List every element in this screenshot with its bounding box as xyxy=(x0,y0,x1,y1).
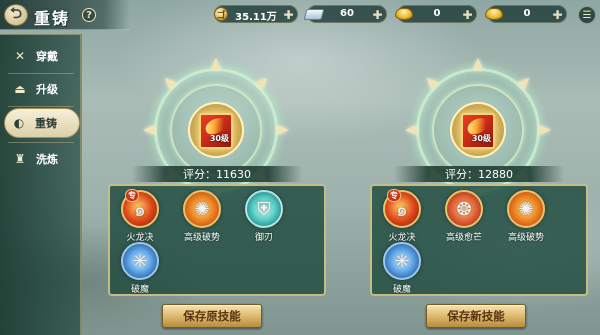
gold-ingot-icon xyxy=(485,8,503,20)
skill-item[interactable]: ✺ 高级破势 xyxy=(176,190,228,246)
sidebar-item-refine[interactable]: ♜ 洗炼 xyxy=(0,144,80,174)
level-up-icon: ⏏ xyxy=(14,82,26,96)
skill-item[interactable]: ๑ 专 火龙决 xyxy=(114,189,166,246)
skill-item[interactable]: ⛨ 御刃 xyxy=(238,190,290,246)
fire-dragon-skill-icon: ๑ 专 xyxy=(121,189,159,228)
break-momentum-skill-icon: ✺ xyxy=(183,190,221,228)
recast-icon: ◐ xyxy=(13,116,25,130)
save-new-skills-button[interactable]: 保存新技能 xyxy=(426,304,526,328)
exclusive-badge: 专 xyxy=(125,189,139,202)
add-bound-ingot-button[interactable]: ✚ xyxy=(551,8,564,22)
blade-guard-skill-icon: ⛨ xyxy=(245,190,283,228)
item-level: 30级 xyxy=(471,134,491,143)
skill-book-item[interactable]: 30级 xyxy=(461,113,495,149)
back-button[interactable]: ⮌ xyxy=(4,4,28,26)
skill-book-item[interactable]: 30级 xyxy=(199,113,233,149)
skill-name: 高级愈芒 xyxy=(445,233,482,243)
refine-icon: ♜ xyxy=(14,152,26,166)
skill-item[interactable]: ✺ 高级破势 xyxy=(500,190,552,246)
resource-coins: ゴ 35.11万 ✚ xyxy=(214,5,298,23)
top-bar: ⮌ 重铸 ? ゴ 35.11万 ✚ 60 ✚ 0 ✚ 0 ✚ ☰ xyxy=(0,0,600,32)
break-demon-skill-icon: ✳ xyxy=(121,242,159,280)
add-coins-button[interactable]: ✚ xyxy=(282,8,295,22)
help-button[interactable]: ? xyxy=(82,8,96,22)
gold-ingot-value: 0 xyxy=(433,8,441,19)
menu-button[interactable]: ☰ xyxy=(578,6,596,24)
break-demon-skill-icon: ✳ xyxy=(383,242,421,280)
healing-light-skill-icon: ❂ xyxy=(445,190,483,228)
silver-value: 60 xyxy=(340,8,354,19)
sidebar-divider xyxy=(8,106,74,107)
sidebar-item-upgrade[interactable]: ⏏ 升级 xyxy=(0,74,80,104)
skill-name: 破魔 xyxy=(130,285,149,295)
coins-value: 35.11万 xyxy=(235,12,277,23)
title-area: ⮌ 重铸 ? xyxy=(0,0,130,30)
item-level: 30级 xyxy=(209,134,229,143)
skill-item[interactable]: ✳ 破魔 xyxy=(114,242,166,298)
skill-item[interactable]: ๑ 专 火龙决 xyxy=(376,189,428,246)
skill-name: 御刃 xyxy=(254,233,273,243)
skill-item[interactable]: ✳ 破魔 xyxy=(376,242,428,298)
page-title: 重铸 xyxy=(34,9,71,28)
sidebar-item-wear[interactable]: ✕ 穿戴 xyxy=(0,41,80,71)
add-silver-button[interactable]: ✚ xyxy=(371,8,384,22)
skill-item[interactable]: ❂ 高级愈芒 xyxy=(438,190,490,246)
save-original-skills-button[interactable]: 保存原技能 xyxy=(162,304,262,328)
crossed-swords-icon: ✕ xyxy=(14,49,26,63)
sidebar: ✕ 穿戴 ⏏ 升级 ◐ 重铸 ♜ 洗炼 xyxy=(0,34,82,335)
add-gold-ingot-button[interactable]: ✚ xyxy=(461,8,474,22)
menu-icon: ☰ xyxy=(582,9,592,21)
arrow-ornament-icon xyxy=(143,125,155,135)
exclusive-badge: 专 xyxy=(387,189,401,202)
sidebar-item-recast[interactable]: ◐ 重铸 xyxy=(4,108,80,138)
sidebar-item-label: 穿戴 xyxy=(36,50,58,63)
score-label: 评分：11630 xyxy=(132,166,302,182)
bound-ingot-value: 0 xyxy=(523,8,531,19)
arrow-ornament-icon xyxy=(277,125,289,135)
coin-icon: ゴ xyxy=(214,7,228,21)
arrow-ornament-icon xyxy=(211,58,221,70)
skill-name: 高级破势 xyxy=(183,233,220,243)
sidebar-item-label: 洗炼 xyxy=(36,153,58,166)
resource-bound-ingot: 0 ✚ xyxy=(485,5,567,23)
skill-list: ๑ 专 火龙决 ❂ 高级愈芒 ✺ 高级破势 ✳ 破魔 xyxy=(370,184,588,296)
score-label: 评分：12880 xyxy=(394,166,564,182)
back-arrow-icon: ⮌ xyxy=(9,3,22,22)
resource-silver: 60 ✚ xyxy=(303,5,387,23)
skill-name: 破魔 xyxy=(392,285,411,295)
arrow-ornament-icon xyxy=(539,125,551,135)
original-skills-panel: 30级 评分：11630 ๑ 专 火龙决 ✺ 高级破势 ⛨ 御刃 ✳ 破魔 保存… xyxy=(100,34,335,334)
arrow-ornament-icon xyxy=(473,58,483,70)
help-icon: ? xyxy=(86,9,92,21)
sidebar-divider xyxy=(8,142,74,143)
break-momentum-skill-icon: ✺ xyxy=(507,190,545,228)
fire-dragon-skill-icon: ๑ 专 xyxy=(383,189,421,228)
arrow-ornament-icon xyxy=(405,125,417,135)
skill-list: ๑ 专 火龙决 ✺ 高级破势 ⛨ 御刃 ✳ 破魔 xyxy=(108,184,326,296)
silver-bar-icon xyxy=(303,8,325,20)
new-skills-panel: 30级 评分：12880 ๑ 专 火龙决 ❂ 高级愈芒 ✺ 高级破势 ✳ 破魔 … xyxy=(362,34,597,334)
sidebar-item-label: 重铸 xyxy=(35,117,57,130)
sidebar-item-label: 升级 xyxy=(36,83,58,96)
skill-name: 高级破势 xyxy=(507,233,544,243)
gold-ingot-icon xyxy=(395,8,413,20)
resource-gold-ingot: 0 ✚ xyxy=(395,5,477,23)
